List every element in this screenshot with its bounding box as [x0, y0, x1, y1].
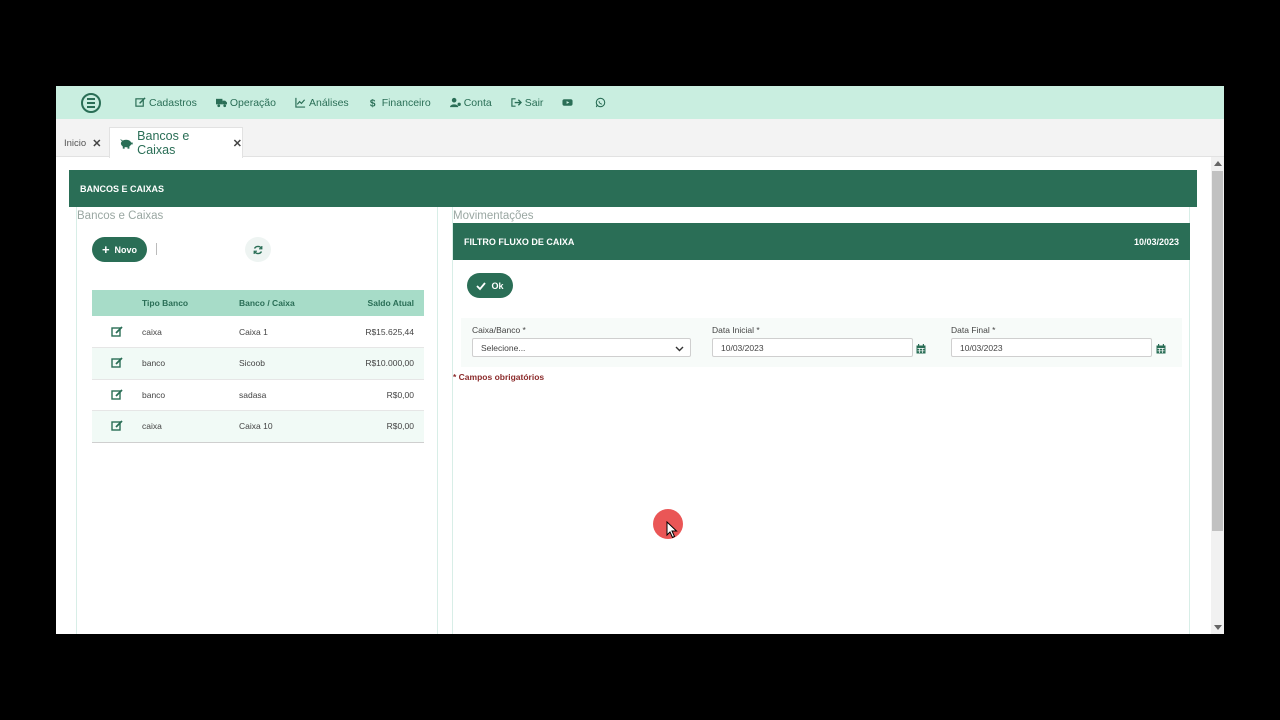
svg-text:$: $: [370, 99, 376, 108]
page-scrollbar[interactable]: [1211, 157, 1224, 634]
data-final-group: Data Final * 10/03/2023: [951, 325, 1152, 357]
app-logo-icon[interactable]: [81, 93, 101, 113]
movimentacoes-panel: Movimentações FILTRO FLUXO DE CAIXA 10/0…: [452, 207, 1190, 634]
data-final-input[interactable]: 10/03/2023: [951, 338, 1152, 357]
banco-caixa-cell: Sicoob: [239, 347, 334, 380]
tab-inicio[interactable]: Inicio ✕: [64, 137, 101, 150]
panel-title: Bancos e Caixas: [77, 210, 164, 222]
app-window: Cadastros Operação Análises $ Financeiro…: [56, 86, 1224, 634]
column-header[interactable]: Banco / Caixa: [239, 290, 334, 316]
scroll-thumb[interactable]: [1212, 171, 1223, 531]
piggy-bank-icon: [119, 139, 133, 149]
truck-icon: [215, 98, 227, 108]
scroll-down-arrow-icon[interactable]: [1214, 625, 1222, 630]
saldo-cell: R$10.000,00: [334, 347, 424, 380]
table-row[interactable]: banco sadasa R$0,00: [92, 379, 424, 411]
calendar-icon[interactable]: [916, 344, 926, 354]
banks-panel: Bancos e Caixas + Novo Tipo Banco Banco …: [76, 207, 438, 634]
line-chart-icon: [295, 97, 306, 108]
refresh-icon: [253, 245, 263, 254]
column-header: [92, 290, 142, 316]
tab-bancos-e-caixas[interactable]: Bancos e Caixas ✕: [109, 127, 243, 158]
filter-date: 10/03/2023: [1133, 236, 1179, 247]
saldo-cell: R$0,00: [334, 410, 424, 443]
nav-whatsapp[interactable]: [595, 97, 609, 108]
column-header[interactable]: Saldo Atual: [334, 290, 424, 316]
whatsapp-icon: [596, 97, 606, 108]
scroll-up-arrow-icon[interactable]: [1214, 161, 1222, 166]
novo-button[interactable]: + Novo: [92, 237, 147, 262]
filter-header: FILTRO FLUXO DE CAIXA 10/03/2023: [453, 223, 1190, 260]
banco-caixa-cell: sadasa: [239, 379, 334, 411]
nav-conta[interactable]: Conta: [449, 97, 492, 109]
nav-cadastros[interactable]: Cadastros: [135, 97, 197, 109]
tipo-banco-cell: caixa: [142, 316, 239, 348]
data-inicial-group: Data Inicial * 10/03/2023: [712, 325, 913, 357]
divider: [156, 243, 157, 255]
dollar-icon: $: [370, 99, 376, 108]
filter-form: Caixa/Banco * Selecione... Data Inicial …: [461, 318, 1182, 367]
tipo-banco-cell: caixa: [142, 410, 239, 443]
banks-table: Tipo Banco Banco / Caixa Saldo Atual cai…: [92, 290, 424, 443]
sign-out-icon: [511, 98, 522, 107]
required-fields-note: * Campos obrigatórios: [453, 372, 545, 382]
page-title: BANCOS E CAIXAS: [69, 170, 1197, 207]
user-gear-icon: [449, 97, 461, 108]
close-icon[interactable]: ✕: [92, 137, 101, 150]
nav-analises[interactable]: Análises: [295, 97, 349, 109]
calendar-icon[interactable]: [1156, 344, 1166, 354]
youtube-icon: [562, 99, 573, 106]
mouse-pointer-icon: [666, 521, 678, 539]
edit-icon[interactable]: [92, 357, 142, 369]
saldo-cell: R$15.625,44: [334, 316, 424, 348]
ok-button[interactable]: Ok: [467, 273, 513, 298]
panel-title: Movimentações: [453, 210, 534, 222]
tab-bar: Inicio ✕ Bancos e Caixas ✕: [56, 119, 1224, 158]
refresh-button[interactable]: [245, 237, 271, 262]
data-inicial-input[interactable]: 10/03/2023: [712, 338, 913, 357]
tipo-banco-cell: banco: [142, 379, 239, 411]
column-header[interactable]: Tipo Banco: [142, 290, 239, 316]
check-icon: [476, 281, 487, 290]
plus-icon: +: [101, 242, 110, 257]
saldo-cell: R$0,00: [334, 379, 424, 411]
edit-icon: [135, 97, 146, 107]
caixa-banco-select[interactable]: Selecione...: [472, 338, 691, 357]
tipo-banco-cell: banco: [142, 347, 239, 380]
banco-caixa-cell: Caixa 1: [239, 316, 334, 348]
nav-operacao[interactable]: Operação: [215, 97, 276, 109]
table-row[interactable]: banco Sicoob R$10.000,00: [92, 347, 424, 380]
table-header-row: Tipo Banco Banco / Caixa Saldo Atual: [92, 290, 424, 316]
chevron-down-icon: [675, 346, 684, 352]
top-navbar: Cadastros Operação Análises $ Financeiro…: [56, 86, 1224, 119]
banco-caixa-cell: Caixa 10: [239, 410, 334, 443]
edit-icon[interactable]: [92, 325, 142, 338]
edit-icon[interactable]: [92, 389, 142, 401]
table-row[interactable]: caixa Caixa 10 R$0,00: [92, 410, 424, 443]
filter-title: FILTRO FLUXO DE CAIXA: [464, 236, 575, 247]
nav-financeiro[interactable]: $ Financeiro: [368, 97, 431, 109]
table-row[interactable]: caixa Caixa 1 R$15.625,44: [92, 316, 424, 348]
nav-sair[interactable]: Sair: [511, 97, 543, 109]
edit-icon[interactable]: [92, 420, 142, 432]
nav-youtube[interactable]: [562, 97, 576, 108]
close-icon[interactable]: ✕: [233, 137, 242, 150]
caixa-banco-group: Caixa/Banco * Selecione...: [472, 325, 691, 357]
